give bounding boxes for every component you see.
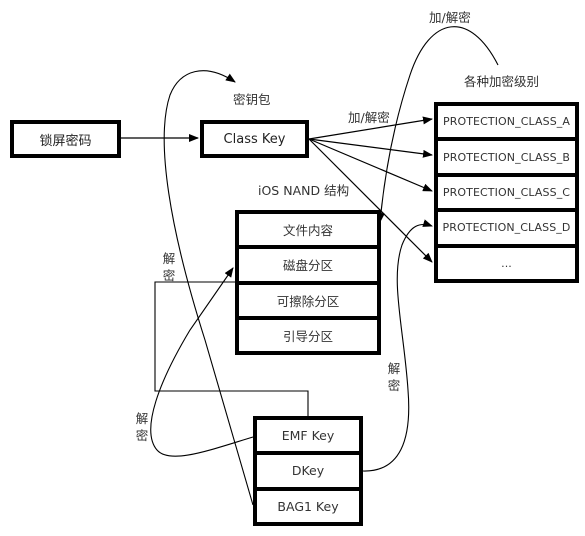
protection-class-c: PROTECTION_CLASS_C (438, 172, 575, 208)
lock-password-node: 锁屏密码 (10, 120, 121, 158)
protection-classes-title: 各种加密级别 (464, 74, 540, 89)
bag1-decrypt-label: 解密 (162, 251, 176, 283)
protection-classes-stack: PROTECTION_CLASS_A PROTECTION_CLASS_B PR… (434, 102, 579, 283)
emf-key: EMF Key (281, 428, 335, 444)
dkey: DKey (257, 451, 359, 486)
protection-class-more: ... (438, 243, 575, 279)
class-key-encrypt-label: 加/解密 (348, 110, 390, 125)
file-encrypt-label: 加/解密 (429, 10, 471, 25)
protection-class-d: PROTECTION_CLASS_D (438, 208, 575, 243)
protection-class-b: PROTECTION_CLASS_B (438, 137, 575, 172)
nand-disk-partition: 磁盘分区 (239, 245, 377, 280)
protection-class-a: PROTECTION_CLASS_A (442, 115, 570, 129)
nand-boot-partition: 引导分区 (239, 315, 377, 351)
emf-decrypt-label: 解密 (135, 411, 149, 443)
nand-erasable-partition: 可擦除分区 (239, 280, 377, 316)
class-key-label: Class Key (223, 131, 286, 147)
nand-file-content: 文件内容 (282, 223, 333, 239)
keys-stack: EMF Key DKey BAG1 Key (253, 416, 363, 526)
class-key-node: Class Key (200, 120, 309, 158)
keybag-label: 密钥包 (233, 92, 271, 107)
bag1-key: BAG1 Key (257, 486, 359, 522)
dkey-decrypt-label: 解密 (387, 361, 401, 393)
lock-password-label: 锁屏密码 (39, 133, 92, 149)
nand-stack: 文件内容 磁盘分区 可擦除分区 引导分区 (235, 210, 381, 355)
nand-title: iOS NAND 结构 (258, 183, 350, 198)
